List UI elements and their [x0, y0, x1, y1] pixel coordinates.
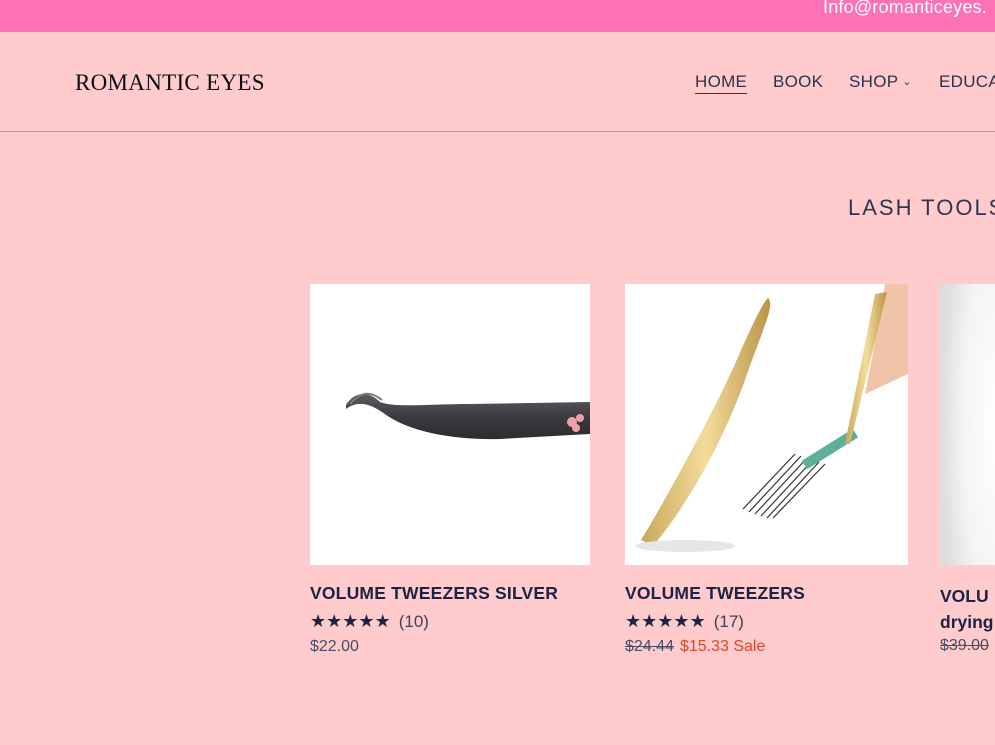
- star-icon: ★: [641, 611, 658, 631]
- sale-price: $15.33 Sale: [680, 638, 765, 655]
- star-icon: ★: [358, 611, 375, 631]
- product-image[interactable]: [625, 284, 908, 565]
- product-image[interactable]: [310, 284, 590, 565]
- product-price: $39.00: [940, 637, 995, 655]
- product-title-line2: drying: [940, 612, 994, 632]
- product-card[interactable]: VOLUME TWEEZERS SILVER ★★★★★ (10) $22.00: [310, 284, 590, 656]
- announcement-bar: Info@romanticeyes.: [0, 0, 995, 32]
- star-icon: ★: [657, 611, 674, 631]
- collection-title: LASH TOOLS: [848, 195, 995, 220]
- product-image[interactable]: [940, 284, 995, 565]
- contact-email-link[interactable]: Info@romanticeyes.: [823, 0, 987, 18]
- sale-price-value: $15.33: [679, 638, 729, 655]
- rating: ★★★★★ (10): [310, 611, 590, 632]
- product-card[interactable]: VOLUME TWEEZERS ★★★★★ (17) $24.44 $15.33 …: [625, 284, 908, 656]
- star-icon: ★: [342, 611, 359, 631]
- nav-education[interactable]: EDUCA: [939, 72, 995, 92]
- rating: ★★★★★ (17): [625, 611, 908, 632]
- star-icon: ★: [374, 611, 391, 631]
- rating-count: (10): [398, 612, 429, 631]
- product-image-partial: [940, 284, 995, 565]
- nav-shop[interactable]: SHOP ⌄: [849, 72, 912, 92]
- site-logo[interactable]: ROMANTIC EYES: [75, 70, 265, 96]
- nav-book[interactable]: BOOK: [773, 72, 823, 92]
- star-icon: ★: [689, 611, 706, 631]
- site-header: ROMANTIC EYES HOME BOOK SHOP ⌄ EDUCA: [0, 32, 995, 132]
- nav-shop-label: SHOP: [849, 72, 899, 91]
- star-icon: ★: [673, 611, 690, 631]
- sale-label: Sale: [733, 638, 766, 655]
- original-price: $24.44: [625, 638, 674, 655]
- star-icon: ★: [310, 611, 327, 631]
- nav-home[interactable]: HOME: [695, 72, 748, 94]
- product-title[interactable]: VOLUME TWEEZERS: [625, 583, 908, 604]
- product-price: $24.44 $15.33 Sale: [625, 638, 908, 656]
- product-title[interactable]: VOLU drying: [940, 583, 995, 635]
- tweezers-gold-image: [635, 284, 908, 552]
- rating-count: (17): [713, 612, 744, 631]
- star-icon: ★: [326, 611, 343, 631]
- tweezers-silver-image: [346, 392, 590, 440]
- chevron-down-icon: ⌄: [902, 76, 912, 88]
- product-title-line1: VOLU: [940, 586, 989, 606]
- product-price: $22.00: [310, 638, 359, 655]
- original-price: $39.00: [940, 637, 989, 654]
- product-card[interactable]: VOLU drying $39.00: [940, 284, 995, 655]
- star-icon: ★: [625, 611, 642, 631]
- product-title[interactable]: VOLUME TWEEZERS SILVER: [310, 583, 590, 604]
